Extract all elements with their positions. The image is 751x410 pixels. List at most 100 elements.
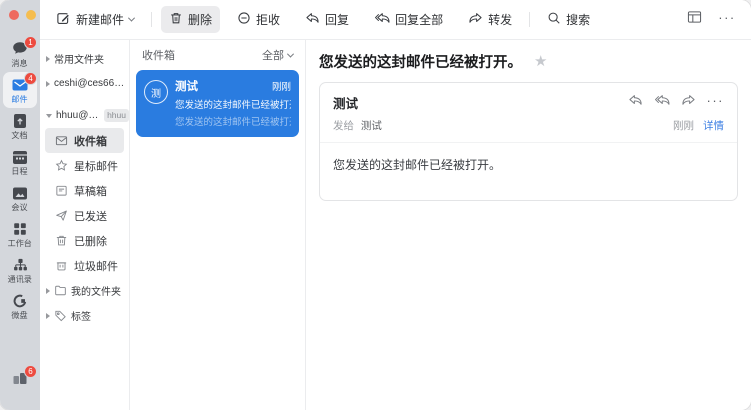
- folder-group-my-folders[interactable]: 我的文件夹: [40, 278, 129, 303]
- recipient-line: 发给 测试: [333, 118, 382, 133]
- spam-bin-icon: [55, 259, 68, 272]
- chevron-down-icon: [287, 50, 294, 57]
- account-label: hhuu@ces666...: [56, 110, 100, 121]
- close-window-button[interactable]: [9, 10, 19, 20]
- rail-item-label: 文档: [12, 131, 28, 139]
- reply-all-icon: [374, 12, 390, 28]
- chat-bubble-icon: 1: [11, 40, 29, 58]
- folder-item-deleted[interactable]: 已删除: [45, 228, 124, 253]
- rail-item-label: 日程: [12, 167, 28, 175]
- forward-icon: [468, 12, 483, 28]
- rail-item-messages[interactable]: 1 消息: [3, 36, 37, 72]
- reply-all-icon[interactable]: [654, 94, 670, 112]
- recipient-name: 测试: [361, 120, 382, 132]
- ellipsis-icon: ···: [718, 11, 736, 29]
- rail-item-label: 邮件: [12, 95, 28, 103]
- subject-row: 您发送的这封邮件已经被打开。 ★: [319, 51, 738, 72]
- forward-label: 转发: [488, 11, 512, 28]
- tag-icon: [54, 309, 67, 322]
- rail-item-workspace[interactable]: 6: [3, 360, 37, 396]
- mail-icon: 4: [11, 76, 29, 94]
- compose-button[interactable]: 新建邮件: [48, 6, 142, 34]
- message-summary: 测试 刚刚 您发送的这封邮件已经被打开。 您发送的这封邮件已经被打开。: [175, 78, 291, 128]
- drive-icon: [11, 292, 29, 310]
- folder-item-label: 已发送: [74, 208, 107, 224]
- compose-icon: [56, 11, 71, 29]
- mail-app-window: 1 消息 4 邮件 文档 日程 会议: [0, 0, 751, 410]
- folder-item-starred[interactable]: 星标邮件: [45, 153, 124, 178]
- reply-icon[interactable]: [628, 94, 643, 112]
- trash-icon: [169, 11, 183, 28]
- trash-icon: [55, 234, 68, 247]
- chevron-down-icon: [128, 15, 135, 22]
- main-region: 新建邮件 删除 拒收 回复: [40, 0, 751, 410]
- folder-item-label: 垃圾邮件: [74, 258, 118, 274]
- layout-icon: [687, 10, 702, 29]
- messages-badge: 1: [24, 36, 37, 49]
- folder-item-label: 草稿箱: [74, 183, 107, 199]
- chevron-down-icon: [46, 114, 52, 118]
- chevron-right-icon: [46, 288, 50, 294]
- rail-item-drive[interactable]: 微盘: [3, 288, 37, 324]
- message-list-title: 收件箱: [142, 47, 175, 63]
- star-icon: [55, 159, 68, 172]
- toolbar-divider: [151, 12, 152, 27]
- toolbar-divider: [529, 12, 530, 27]
- folder-item-inbox[interactable]: 收件箱: [45, 128, 124, 153]
- reply-all-button[interactable]: 回复全部: [366, 6, 451, 33]
- app-rail: 1 消息 4 邮件 文档 日程 会议: [0, 0, 40, 410]
- forward-button[interactable]: 转发: [460, 6, 520, 33]
- account-hhuu[interactable]: hhuu@ces666... hhuu: [40, 103, 129, 128]
- mail-badge: 4: [24, 72, 37, 85]
- paper-plane-icon: [55, 209, 68, 222]
- draft-icon: [55, 184, 68, 197]
- layout-toggle-button[interactable]: [682, 8, 706, 32]
- org-chart-icon: [11, 256, 29, 274]
- message-list-header: 收件箱 全部: [130, 40, 305, 70]
- message-subject-preview: 您发送的这封邮件已经被打开。: [175, 97, 291, 111]
- toolbar: 新建邮件 删除 拒收 回复: [40, 0, 751, 40]
- rail-item-mail[interactable]: 4 邮件: [3, 72, 37, 108]
- account-tag: hhuu: [104, 109, 129, 121]
- folder-group-label: 我的文件夹: [71, 283, 121, 298]
- reject-button[interactable]: 拒收: [229, 6, 288, 33]
- account-label: ceshi@ces666.com: [54, 78, 129, 89]
- rail-item-docs[interactable]: 文档: [3, 108, 37, 144]
- mail-actions: ···: [628, 94, 725, 112]
- rail-item-calendar[interactable]: 日程: [3, 144, 37, 180]
- account-ceshi[interactable]: ceshi@ces666.com: [40, 71, 129, 96]
- reply-button[interactable]: 回复: [297, 6, 357, 33]
- folder-item-sent[interactable]: 已发送: [45, 203, 124, 228]
- folder-item-spam[interactable]: 垃圾邮件: [45, 253, 124, 278]
- folder-group-common[interactable]: 常用文件夹: [40, 46, 129, 71]
- rail-item-meetings[interactable]: 会议: [3, 180, 37, 216]
- folder-pane: 常用文件夹 ceshi@ces666.com hhuu@ces666... hh…: [40, 40, 130, 410]
- more-button[interactable]: ···: [715, 8, 739, 32]
- minimize-window-button[interactable]: [26, 10, 36, 20]
- folder-item-drafts[interactable]: 草稿箱: [45, 178, 124, 203]
- star-toggle-icon[interactable]: ★: [534, 54, 547, 69]
- chevron-right-icon: [46, 313, 50, 319]
- search-button[interactable]: 搜索: [539, 6, 598, 33]
- filter-dropdown[interactable]: 全部: [262, 47, 293, 63]
- meeting-icon: [11, 184, 29, 202]
- rail-item-label: 消息: [12, 59, 28, 67]
- folder-group-tags[interactable]: 标签: [40, 303, 129, 328]
- search-icon: [547, 11, 561, 28]
- chevron-right-icon: [46, 56, 50, 62]
- delete-button[interactable]: 删除: [161, 6, 220, 33]
- delete-label: 删除: [188, 11, 212, 28]
- mail-time: 刚刚: [673, 118, 694, 133]
- rail-item-label: 工作台: [8, 239, 32, 247]
- message-list-item[interactable]: 测 测试 刚刚 您发送的这封邮件已经被打开。 您发送的这封邮件已经被打开。: [136, 70, 299, 137]
- rail-item-workbench[interactable]: 工作台: [3, 216, 37, 252]
- folder-group-label: 标签: [71, 308, 91, 323]
- details-link[interactable]: 详情: [703, 118, 724, 133]
- rail-item-contacts[interactable]: 通讯录: [3, 252, 37, 288]
- more-actions-icon[interactable]: ···: [707, 94, 725, 112]
- rail-item-label: 微盘: [12, 311, 28, 319]
- mail-subject: 您发送的这封邮件已经被打开。: [319, 51, 522, 72]
- workspace-icon: 6: [11, 369, 29, 387]
- forward-icon[interactable]: [681, 94, 696, 112]
- content-panes: 常用文件夹 ceshi@ces666.com hhuu@ces666... hh…: [40, 40, 751, 410]
